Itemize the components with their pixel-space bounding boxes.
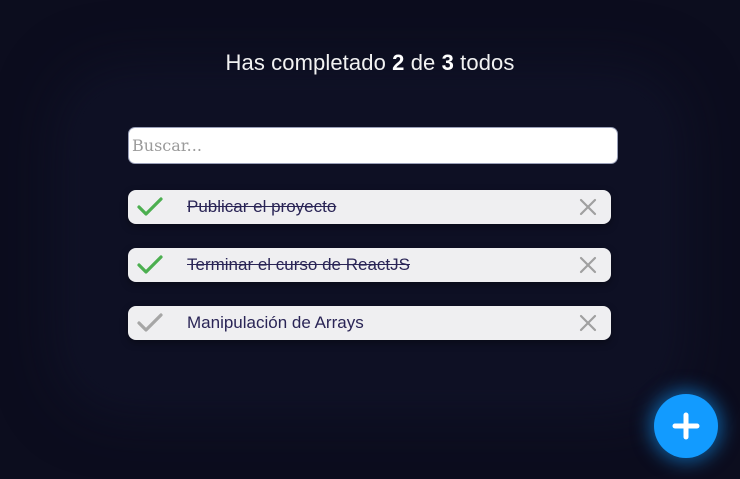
counter-prefix: Has completado [225, 50, 386, 75]
todo-text: Terminar el curso de ReactJS [187, 255, 410, 274]
counter-total: 3 [441, 50, 454, 75]
todo-item: Manipulación de Arrays [128, 306, 611, 340]
close-icon[interactable] [579, 314, 597, 332]
check-icon[interactable] [136, 195, 164, 219]
close-icon[interactable] [579, 256, 597, 274]
close-icon[interactable] [579, 198, 597, 216]
check-icon[interactable] [136, 253, 164, 277]
todo-text: Publicar el proyecto [187, 197, 337, 216]
todo-text: Manipulación de Arrays [187, 313, 364, 332]
todo-list: Publicar el proyecto Terminar el curso d… [128, 190, 611, 364]
todo-item: Publicar el proyecto [128, 190, 611, 224]
plus-icon [672, 412, 700, 440]
search-input[interactable] [128, 127, 618, 164]
todo-counter: Has completado 2 de 3 todos [0, 50, 740, 76]
check-mark [137, 197, 163, 216]
check-mark [137, 255, 163, 274]
add-todo-button[interactable] [654, 394, 718, 458]
todo-item: Terminar el curso de ReactJS [128, 248, 611, 282]
check-icon[interactable] [136, 311, 164, 335]
counter-suffix: todos [460, 50, 515, 75]
counter-completed: 2 [392, 50, 405, 75]
counter-middle: de [410, 50, 436, 75]
check-mark [137, 313, 163, 332]
